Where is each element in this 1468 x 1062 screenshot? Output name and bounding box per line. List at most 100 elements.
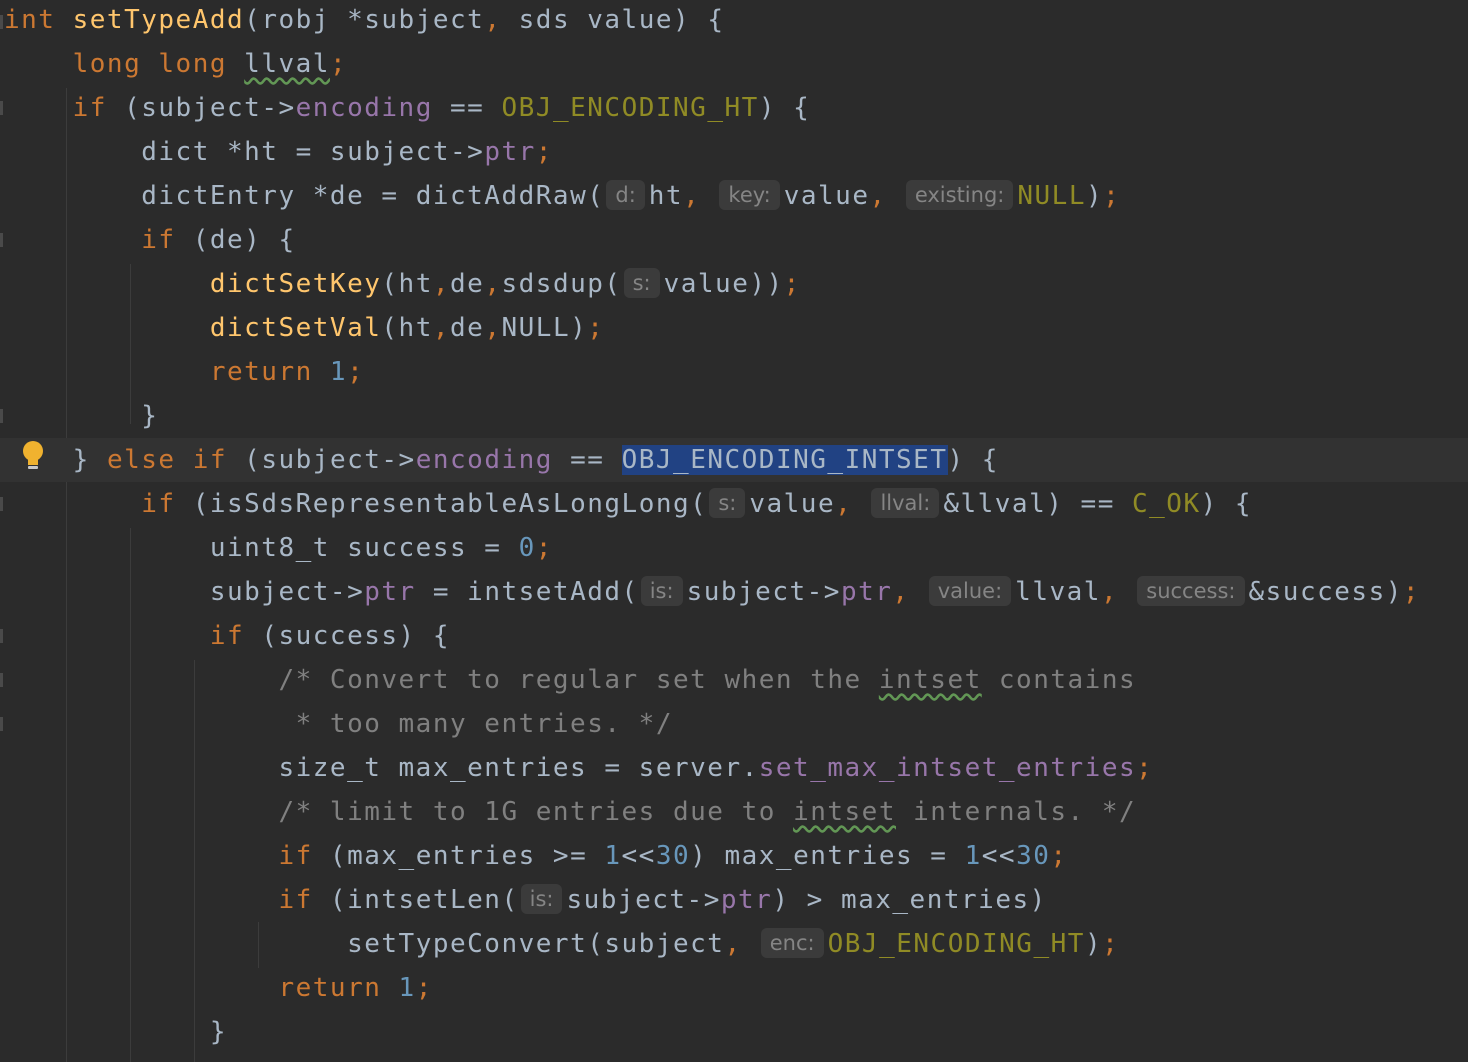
code-token: 0 bbox=[518, 533, 536, 563]
code-token: llval bbox=[244, 49, 330, 79]
code-token: /* Convert to regular set when the bbox=[278, 665, 879, 695]
code-token: ; bbox=[1136, 753, 1154, 783]
code-line[interactable]: if (de) { bbox=[0, 218, 296, 262]
code-token: (ht bbox=[381, 313, 433, 343]
parameter-hint: is: bbox=[520, 884, 563, 914]
code-token: dictSetVal bbox=[209, 313, 382, 343]
code-token: long long bbox=[72, 49, 245, 79]
code-line[interactable]: } bbox=[0, 1010, 227, 1054]
code-token: encoding bbox=[295, 93, 433, 123]
code-line[interactable]: /* Convert to regular set when the intse… bbox=[0, 658, 1136, 702]
code-line[interactable]: return 1; bbox=[0, 966, 433, 1010]
parameter-hint: success: bbox=[1137, 576, 1245, 606]
code-token: , bbox=[432, 269, 451, 299]
code-token: ptr bbox=[364, 577, 416, 607]
code-token: C_OK bbox=[1132, 489, 1201, 519]
code-token: 1 bbox=[604, 841, 622, 871]
code-token: &success) bbox=[1248, 577, 1403, 607]
code-line[interactable]: if (intsetLen(is: subject->ptr) > max_ent… bbox=[0, 878, 1047, 922]
code-token: encoding bbox=[415, 445, 553, 475]
code-token: (subject-> bbox=[124, 93, 296, 123]
code-line[interactable]: int setTypeAdd(robj *subject, sds value)… bbox=[0, 0, 724, 42]
code-token: } bbox=[141, 401, 159, 431]
code-token: (isSdsRepresentableAsLongLong( bbox=[192, 489, 708, 519]
code-token: de bbox=[450, 313, 485, 343]
code-token: ; bbox=[415, 973, 433, 1003]
code-token: ptr bbox=[720, 885, 773, 915]
code-token: ; bbox=[1102, 929, 1120, 959]
code-line[interactable]: } bbox=[0, 394, 158, 438]
code-token: , bbox=[724, 929, 759, 959]
code-line[interactable]: dictSetKey(ht,de,sdsdup(s: value)); bbox=[0, 262, 801, 306]
code-token: , bbox=[484, 313, 502, 343]
code-line[interactable]: uint8_t success = 0; bbox=[0, 526, 553, 570]
lightbulb-icon[interactable] bbox=[20, 439, 46, 473]
code-line[interactable]: long long llval; bbox=[0, 42, 347, 86]
code-editor[interactable]: int setTypeAdd(robj *subject, sds value)… bbox=[0, 0, 1468, 1062]
parameter-hint: is: bbox=[640, 576, 683, 606]
code-token: /* limit to 1G entries due to bbox=[278, 797, 794, 827]
code-token: sds value) { bbox=[501, 5, 725, 35]
parameter-hint: d: bbox=[606, 180, 645, 210]
parameter-hint: s: bbox=[709, 488, 746, 518]
code-token: set_max_intset_entries bbox=[758, 753, 1137, 783]
code-line[interactable]: if (isSdsRepresentableAsLongLong(s: value… bbox=[0, 482, 1252, 526]
code-token: ; bbox=[535, 137, 553, 167]
code-token: ht bbox=[648, 181, 684, 211]
code-line-current[interactable]: } else if (subject->encoding == OBJ_ENCO… bbox=[0, 438, 1468, 482]
code-token: intset bbox=[878, 665, 982, 695]
code-token: , bbox=[835, 489, 870, 519]
code-token: (robj *subject bbox=[244, 5, 485, 35]
code-line[interactable]: size_t max_entries = server.set_max_ints… bbox=[0, 746, 1153, 790]
code-line[interactable]: /* limit to 1G entries due to intset int… bbox=[0, 790, 1136, 834]
code-line[interactable]: dictEntry *de = dictAddRaw(d: ht, key: val… bbox=[0, 174, 1120, 218]
code-token: ) { bbox=[947, 445, 999, 475]
code-token: internals. */ bbox=[895, 797, 1137, 827]
code-token: 1 bbox=[398, 973, 416, 1003]
code-token: value)) bbox=[663, 269, 784, 299]
code-token: ) bbox=[1085, 181, 1104, 211]
code-token: subject-> bbox=[686, 577, 841, 607]
code-token: ptr bbox=[484, 137, 536, 167]
code-token: llval bbox=[1015, 577, 1101, 607]
parameter-hint: key: bbox=[719, 180, 780, 210]
code-token: int bbox=[4, 5, 73, 35]
code-token: (ht bbox=[381, 269, 433, 299]
code-line[interactable]: * too many entries. */ bbox=[0, 702, 673, 746]
code-line[interactable]: if (success) { bbox=[0, 614, 450, 658]
code-token: dictSetKey bbox=[209, 269, 382, 299]
code-line[interactable]: dict *ht = subject->ptr; bbox=[0, 130, 553, 174]
code-line[interactable]: dictSetVal(ht,de,NULL); bbox=[0, 306, 604, 350]
code-token: dictEntry *de = dictAddRaw( bbox=[141, 181, 605, 211]
code-token: ) bbox=[1084, 929, 1103, 959]
code-token: << bbox=[621, 841, 656, 871]
code-token: ; bbox=[783, 269, 801, 299]
code-token: if bbox=[72, 93, 125, 123]
code-token: == bbox=[552, 445, 622, 475]
code-token: if bbox=[278, 885, 330, 915]
code-token: OBJ_ENCODING_HT bbox=[827, 929, 1085, 959]
code-token: ) > max_entries) bbox=[772, 885, 1047, 915]
code-line[interactable]: if (subject->encoding == OBJ_ENCODING_HT… bbox=[0, 86, 810, 130]
code-token: (intsetLen( bbox=[329, 885, 519, 915]
code-line[interactable]: subject->ptr = intsetAdd(is: subject->ptr… bbox=[0, 570, 1420, 614]
code-line[interactable]: return 1; bbox=[0, 350, 364, 394]
code-line[interactable]: if (max_entries >= 1<<30) max_entries = … bbox=[0, 834, 1068, 878]
code-line[interactable]: setTypeConvert(subject, enc: OBJ_ENCODING… bbox=[0, 922, 1119, 966]
code-token: uint8_t success = bbox=[209, 533, 519, 563]
code-token: , bbox=[484, 269, 502, 299]
code-token: value bbox=[783, 181, 870, 211]
